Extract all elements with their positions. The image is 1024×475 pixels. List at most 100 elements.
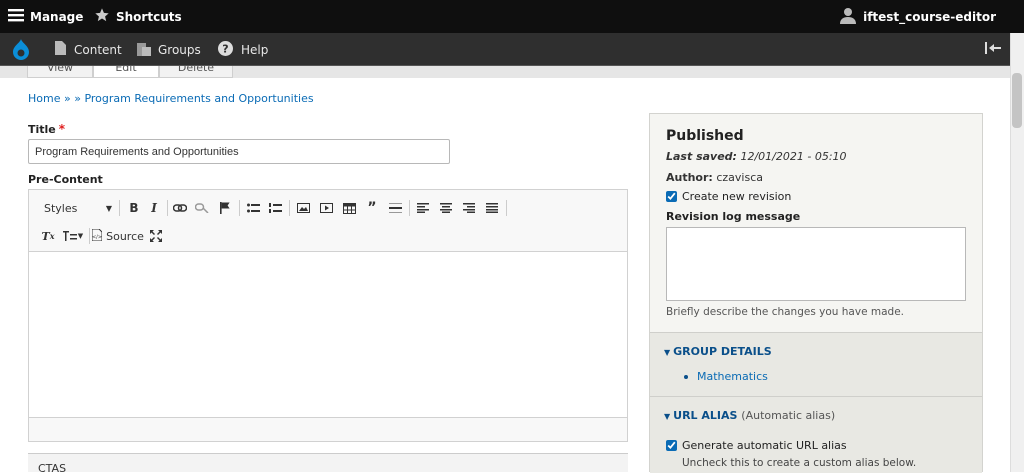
admin-secondary-toolbar: Content Groups ? Help [0,33,1024,66]
maximize-icon[interactable] [147,227,165,245]
manage-label: Manage [30,9,84,24]
breadcrumb-separator: » » [63,92,81,105]
breadcrumb-current-link[interactable]: Program Requirements and Opportunities [84,92,313,105]
italic-icon[interactable]: I [145,199,163,217]
align-center-icon[interactable] [437,199,455,217]
toolbar-separator [289,200,290,216]
user-name: iftest_course-editor [863,9,996,24]
toolbar-separator [409,200,410,216]
hamburger-icon [8,8,24,25]
author-info: Author: czavisca [666,171,763,184]
author-value: czavisca [716,171,763,184]
revision-log-label: Revision log message [666,210,801,223]
help-label: Help [241,42,269,57]
group-link-mathematics[interactable]: Mathematics [697,370,768,383]
source-label: Source [106,229,144,243]
ctas-section[interactable]: CTAS [28,453,628,475]
shortcuts-label: Shortcuts [116,9,182,24]
local-tasks-tabs: View Edit Delete [0,66,1010,78]
tab-delete[interactable]: Delete [159,66,233,78]
bulleted-list-icon[interactable] [244,199,262,217]
url-alias-section: ▼ URL ALIAS (Automatic alias) Generate au… [650,396,982,473]
source-button[interactable]: </> Source [91,227,144,245]
dropdown-arrow-icon: ▼ [105,203,112,213]
align-left-icon[interactable] [414,199,432,217]
group-details-title: GROUP DETAILS [673,345,772,358]
toolbar-separator [506,200,507,216]
tab-view[interactable]: View [27,66,93,78]
manage-menu-button[interactable]: Manage [8,0,83,33]
scrollbar-thumb[interactable] [1012,73,1022,128]
generate-alias-checkbox[interactable] [666,440,677,451]
page-scrollbar[interactable] [1010,33,1024,472]
toolbar-separator [89,228,90,244]
language-dropdown-icon[interactable]: ▼ [61,227,85,245]
toolbar-separator [119,200,120,216]
generate-alias-help: Uncheck this to create a custom alias be… [682,457,917,469]
required-marker: * [58,122,66,136]
bold-icon[interactable]: B [125,199,143,217]
shortcuts-menu-button[interactable]: Shortcuts [94,0,182,33]
toolbar-separator [167,200,168,216]
svg-text:?: ? [222,42,228,55]
last-saved: Last saved: 12/01/2021 - 05:10 [666,150,847,163]
unlink-icon[interactable] [193,199,211,217]
drupal-logo-icon[interactable] [10,33,32,66]
toolbar-orientation-toggle[interactable] [985,33,1003,66]
blockquote-icon[interactable]: ” [363,199,381,217]
precontent-editor: Styles ▼ B I ” T x ▼ </> Source [28,189,628,442]
table-icon[interactable] [340,199,358,217]
source-code-icon: </> [91,228,103,244]
title-label: Title [28,123,56,136]
url-alias-title: URL ALIAS [673,409,738,422]
url-alias-note: (Automatic alias) [741,409,836,422]
horizontal-line-icon[interactable] [386,199,404,217]
title-input[interactable] [28,139,450,164]
ctas-label: CTAS [38,462,67,475]
user-icon [840,7,857,27]
anchor-flag-icon[interactable] [216,199,234,217]
user-menu-button[interactable]: iftest_course-editor [840,0,996,33]
remove-format-icon[interactable]: Tx [39,227,57,245]
status-heading: Published [666,128,744,144]
precontent-label: Pre-Content [28,173,103,186]
group-details-section: ▼ GROUP DETAILS Mathematics [650,332,982,396]
generate-alias-field: Generate automatic URL alias [666,439,847,452]
collapse-icon [985,42,1003,57]
media-embed-icon[interactable] [317,199,335,217]
groups-menu-item[interactable]: Groups [137,33,201,66]
triangle-down-icon: ▼ [664,412,671,421]
tab-edit[interactable]: Edit [93,66,159,78]
image-icon[interactable] [294,199,312,217]
link-icon[interactable] [171,199,189,217]
styles-dropdown[interactable]: Styles ▼ [44,199,112,217]
justify-icon[interactable] [483,199,501,217]
content-menu-item[interactable]: Content [55,33,122,66]
breadcrumb-home-link[interactable]: Home [28,92,60,105]
toolbar-separator [239,200,240,216]
group-details-toggle[interactable]: ▼ GROUP DETAILS [664,345,772,358]
create-revision-checkbox[interactable] [666,191,677,202]
title-field-label: Title * [28,122,65,136]
revision-log-help: Briefly describe the changes you have ma… [666,306,905,318]
admin-toolbar: Manage Shortcuts iftest_course-editor [0,0,1024,33]
revision-log-textarea[interactable] [666,227,966,301]
triangle-down-icon: ▼ [664,348,671,357]
generate-alias-label: Generate automatic URL alias [682,439,847,452]
styles-label: Styles [44,201,78,215]
editor-content-area[interactable] [29,252,627,418]
url-alias-toggle[interactable]: ▼ URL ALIAS (Automatic alias) [664,409,835,422]
groups-icon [137,41,151,59]
author-label: Author: [666,171,713,184]
group-list-item: Mathematics [684,370,768,383]
svg-text:</>: </> [92,234,102,240]
create-revision-label: Create new revision [682,190,792,203]
help-menu-item[interactable]: ? Help [218,33,268,66]
help-icon: ? [218,40,233,59]
numbered-list-icon[interactable] [266,199,284,217]
entity-meta-sidebar: Published Last saved: 12/01/2021 - 05:10… [649,113,983,473]
bullet-icon [684,374,688,379]
content-label: Content [74,42,122,57]
last-saved-label: Last saved: [666,150,737,163]
align-right-icon[interactable] [460,199,478,217]
